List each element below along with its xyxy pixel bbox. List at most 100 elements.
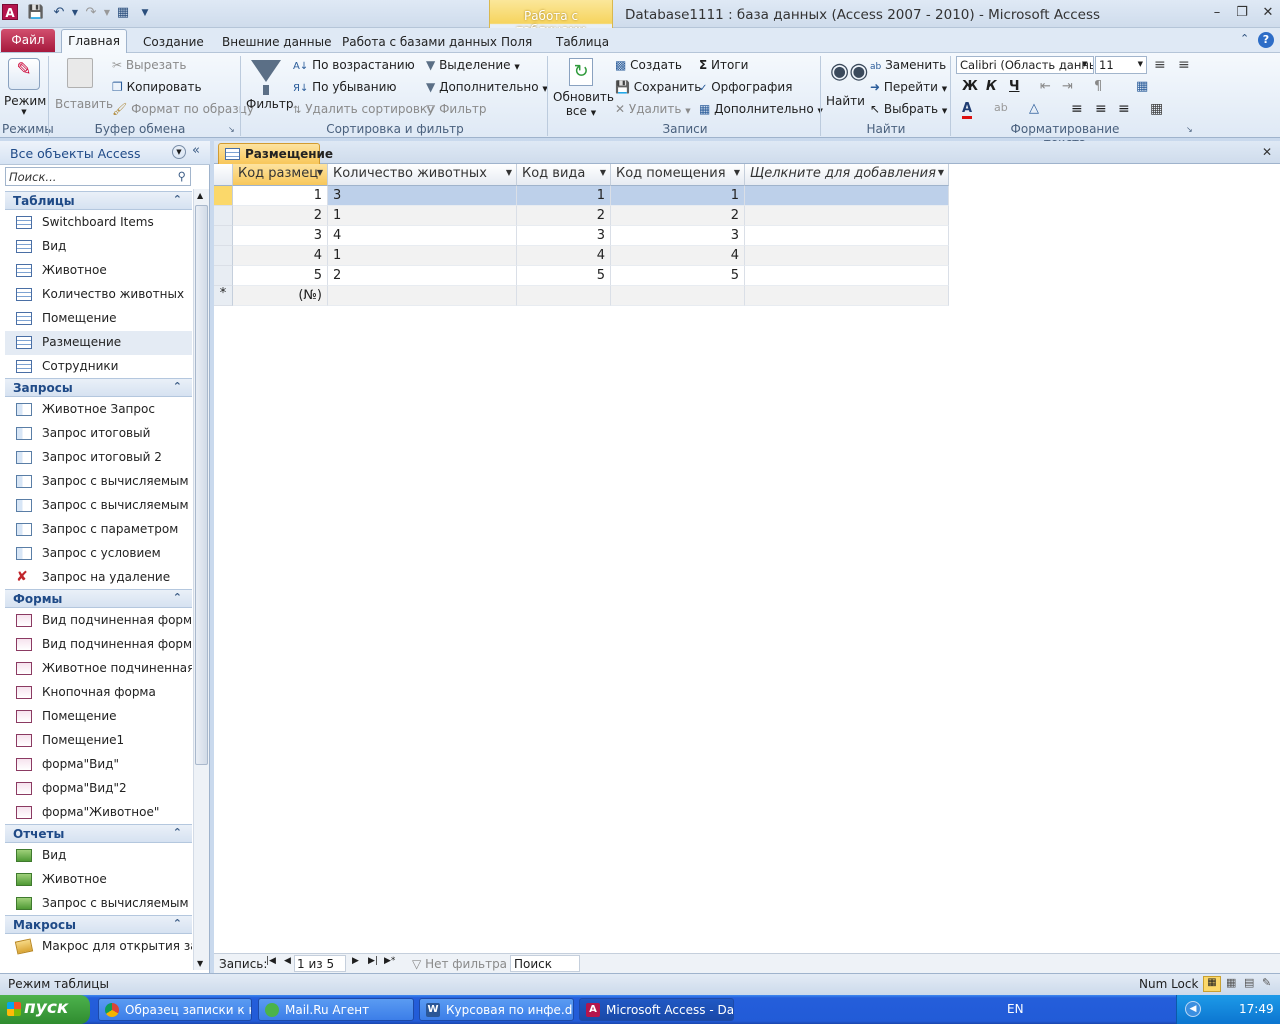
align-center-icon[interactable]: ≡ xyxy=(1095,101,1107,117)
nav-search-input[interactable]: Поиск... ⚲ xyxy=(5,167,191,186)
table-cell[interactable]: 5 xyxy=(233,266,328,286)
replace-button[interactable]: ab Заменить xyxy=(870,58,946,72)
table-cell[interactable]: 1 xyxy=(517,186,611,206)
column-dropdown-icon[interactable]: ▼ xyxy=(506,168,512,177)
row-selector[interactable] xyxy=(214,266,233,286)
nav-item[interactable]: Животное xyxy=(5,868,192,892)
column-header-animal-count[interactable]: Количество животных ▼ xyxy=(328,164,517,186)
table-cell[interactable]: 4 xyxy=(611,246,745,266)
fill-color-icon[interactable]: △ xyxy=(1029,101,1039,116)
new-row-cell[interactable] xyxy=(328,286,517,306)
nav-item[interactable]: Помещение xyxy=(5,705,192,729)
table-cell[interactable] xyxy=(745,266,949,286)
design-view-icon[interactable]: ✎ xyxy=(1262,976,1271,989)
language-indicator[interactable]: EN xyxy=(1007,1002,1024,1016)
bullets-icon[interactable]: ≡ xyxy=(1154,57,1166,73)
nav-item[interactable]: Помещение1 xyxy=(5,729,192,753)
align-right-icon[interactable]: ≡ xyxy=(1118,101,1130,117)
table-cell[interactable]: 5 xyxy=(611,266,745,286)
datasheet-view-icon[interactable]: ▦ xyxy=(1203,976,1221,992)
nav-section-reports[interactable]: Отчеты ⌃ xyxy=(5,824,192,843)
font-dropdown-icon[interactable]: ▼ xyxy=(1082,60,1087,68)
scroll-up-icon[interactable]: ▲ xyxy=(197,191,203,200)
new-row-cell[interactable]: (№) xyxy=(233,286,328,306)
nav-item[interactable]: Запрос итоговый 2 xyxy=(5,446,192,470)
row-selector[interactable] xyxy=(214,226,233,246)
nav-item[interactable]: Помещение xyxy=(5,307,192,331)
nav-item[interactable]: Switchboard Items xyxy=(5,211,192,235)
nav-item[interactable]: Запрос с вычисляемым п... xyxy=(5,892,192,916)
close-document-icon[interactable]: ✕ xyxy=(1262,145,1272,159)
tab-create[interactable]: Создание xyxy=(143,32,204,52)
nav-item[interactable]: Запрос с вычисляемым п... xyxy=(5,494,192,518)
tray-expand-icon[interactable]: ◀ xyxy=(1185,1001,1201,1017)
record-position-input[interactable]: 1 из 5 xyxy=(294,955,346,972)
nav-item[interactable]: ✘ Запрос на удаление xyxy=(5,566,192,590)
collapse-pane-icon[interactable]: « xyxy=(192,143,200,158)
underline-button[interactable]: Ч xyxy=(1009,79,1020,94)
nav-section-macros[interactable]: Макросы ⌃ xyxy=(5,915,192,934)
goto-button[interactable]: ➜ Перейти ▼ xyxy=(870,80,947,94)
dialog-launcher-icon[interactable]: ↘ xyxy=(1186,125,1193,134)
nav-item[interactable]: форма"Вид" xyxy=(5,753,192,777)
align-left-icon[interactable]: ≡ xyxy=(1071,101,1083,117)
row-selector[interactable] xyxy=(214,246,233,266)
table-cell[interactable]: 1 xyxy=(328,206,517,226)
close-icon[interactable]: ✕ xyxy=(1258,5,1278,21)
new-record-button[interactable]: ▩ Создать xyxy=(615,58,682,72)
table-cell[interactable] xyxy=(745,246,949,266)
quick-access-menu-icon[interactable]: ▼ xyxy=(136,4,154,22)
taskbar-button-browser[interactable]: Образец записки к к... xyxy=(98,998,252,1021)
tab-table[interactable]: Таблица xyxy=(556,32,609,52)
column-header-room-id[interactable]: Код помещения ▼ xyxy=(611,164,745,186)
format-painter-button[interactable]: 🖌 Формат по образцу xyxy=(112,102,254,116)
nav-item[interactable]: Животное xyxy=(5,259,192,283)
taskbar-button-word[interactable]: W Курсовая по инфе.d... xyxy=(419,998,574,1021)
italic-button[interactable]: К xyxy=(986,79,997,94)
sort-descending-button[interactable]: Я↓ По убыванию xyxy=(293,80,396,94)
restore-icon[interactable]: ❐ xyxy=(1232,5,1252,21)
select-button[interactable]: ↖ Выбрать ▼ xyxy=(870,102,947,116)
scroll-thumb[interactable] xyxy=(195,205,208,765)
nav-section-forms[interactable]: Формы ⌃ xyxy=(5,589,192,608)
new-row-selector[interactable]: * xyxy=(214,286,233,306)
nav-item[interactable]: Запрос с параметром xyxy=(5,518,192,542)
nav-item[interactable]: Сотрудники xyxy=(5,355,192,379)
new-row-cell[interactable] xyxy=(517,286,611,306)
column-header-add-field[interactable]: Щелкните для добавления ▼ xyxy=(745,164,949,186)
table-cell[interactable]: 3 xyxy=(328,186,517,206)
table-cell[interactable]: 1 xyxy=(611,186,745,206)
font-select[interactable]: Calibri (Область данных) xyxy=(956,56,1094,74)
first-record-icon[interactable]: |◀ xyxy=(266,956,276,966)
nav-item[interactable]: Животное Запрос xyxy=(5,398,192,422)
nav-section-queries[interactable]: Запросы ⌃ xyxy=(5,378,192,397)
find-button[interactable]: ◉◉ Найти xyxy=(826,56,868,120)
new-row-cell[interactable] xyxy=(611,286,745,306)
nav-pane-header[interactable]: Все объекты Access ▼ « xyxy=(0,141,210,165)
table-cell[interactable] xyxy=(745,186,949,206)
nav-item[interactable]: Вид xyxy=(5,844,192,868)
select-all-corner[interactable] xyxy=(214,164,233,186)
table-cell[interactable]: 1 xyxy=(233,186,328,206)
table-cell[interactable]: 2 xyxy=(517,206,611,226)
table-cell[interactable]: 4 xyxy=(233,246,328,266)
spelling-button[interactable]: ✓ Орфография xyxy=(699,80,792,94)
advanced-filter-button[interactable]: ▼ Дополнительно ▼ xyxy=(426,80,548,94)
table-cell[interactable]: 3 xyxy=(517,226,611,246)
delete-record-button[interactable]: ✕ Удалить ▼ xyxy=(615,102,691,116)
nav-item[interactable]: форма"Животное" xyxy=(5,801,192,825)
tab-file[interactable]: Файл xyxy=(1,29,55,52)
dialog-launcher-icon[interactable]: ↘ xyxy=(228,125,235,134)
save-record-button[interactable]: 💾 Сохранить xyxy=(615,80,701,94)
font-color-icon[interactable]: A xyxy=(962,101,973,119)
table-cell[interactable]: 2 xyxy=(611,206,745,226)
row-selector[interactable] xyxy=(214,186,233,206)
table-cell[interactable]: 3 xyxy=(233,226,328,246)
nav-scrollbar[interactable]: ▲ ▼ xyxy=(193,189,209,970)
totals-button[interactable]: Σ Итоги xyxy=(699,58,748,72)
start-button[interactable]: пуск xyxy=(0,995,90,1024)
table-cell[interactable]: 3 xyxy=(611,226,745,246)
paragraph-icon[interactable]: ¶ xyxy=(1094,79,1102,94)
bold-button[interactable]: Ж xyxy=(962,79,978,94)
remove-sort-button[interactable]: ⇅ Удалить сортировку xyxy=(293,102,434,116)
